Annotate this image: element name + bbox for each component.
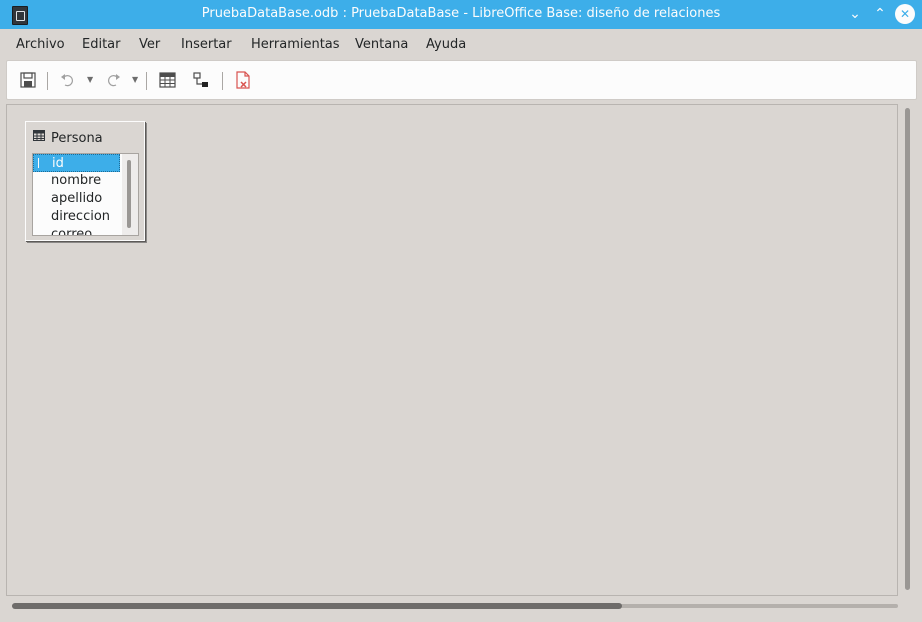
field-label: nombre	[51, 173, 102, 188]
window-title: PruebaDataBase.odb : PruebaDataBase - Li…	[201, 6, 721, 21]
menu-bar: Archivo Editar Ver Insertar Herramientas…	[0, 29, 922, 60]
horizontal-scrollbar-thumb[interactable]	[12, 603, 622, 609]
primary-key-icon	[38, 158, 44, 168]
field-item-apellido[interactable]: apellido	[33, 190, 120, 208]
standard-toolbar: ▼ ▼	[6, 60, 917, 100]
toolbar-separator	[222, 72, 223, 90]
title-bar: PruebaDataBase.odb : PruebaDataBase - Li…	[0, 0, 922, 29]
field-item-direccion[interactable]: direccion	[33, 208, 120, 226]
field-item-nombre[interactable]: nombre	[33, 172, 120, 190]
undo-icon[interactable]	[59, 71, 77, 89]
toolbar-separator	[146, 72, 147, 90]
menu-ventana[interactable]: Ventana	[355, 37, 408, 52]
minimize-button[interactable]: ⌄	[845, 4, 865, 24]
delete-icon[interactable]	[234, 71, 252, 89]
vertical-scrollbar[interactable]	[905, 108, 910, 590]
close-button[interactable]: ✕	[895, 4, 915, 24]
field-label: direccion	[51, 209, 111, 224]
menu-insertar[interactable]: Insertar	[181, 37, 232, 52]
add-tables-icon[interactable]	[159, 71, 177, 89]
field-item-id[interactable]: id	[33, 154, 120, 172]
menu-herramientas[interactable]: Herramientas	[251, 37, 340, 52]
undo-dropdown-icon[interactable]: ▼	[87, 75, 93, 84]
table-window-header[interactable]: Persona	[26, 122, 144, 152]
table-icon	[33, 130, 45, 141]
maximize-button[interactable]: ⌃	[870, 4, 890, 24]
table-window-persona[interactable]: Persona id nombre apellido direccion cor…	[25, 121, 145, 241]
redo-icon[interactable]	[104, 71, 122, 89]
field-label: apellido	[51, 191, 103, 206]
menu-archivo[interactable]: Archivo	[16, 37, 65, 52]
new-relation-icon[interactable]	[192, 71, 210, 89]
field-list[interactable]: id nombre apellido direccion correo	[32, 153, 139, 236]
field-item-correo[interactable]: correo	[33, 226, 120, 236]
menu-ver[interactable]: Ver	[139, 37, 160, 52]
save-icon[interactable]	[19, 71, 37, 89]
field-list-scrollbar-thumb[interactable]	[127, 160, 131, 228]
toolbar-separator	[47, 72, 48, 90]
field-list-scrollbar[interactable]	[122, 154, 138, 235]
table-name: Persona	[51, 131, 103, 146]
field-label: id	[52, 156, 64, 171]
field-label: correo	[51, 227, 93, 236]
menu-editar[interactable]: Editar	[82, 37, 121, 52]
menu-ayuda[interactable]: Ayuda	[426, 37, 466, 52]
redo-dropdown-icon[interactable]: ▼	[132, 75, 138, 84]
